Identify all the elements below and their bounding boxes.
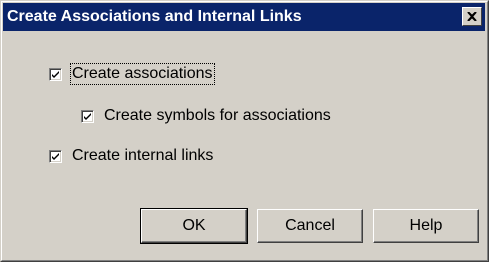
create-internal-links-checkbox[interactable] [49, 149, 62, 163]
create-associations-label: Create associations [70, 63, 215, 85]
create-symbols-option[interactable]: Create symbols for associations [81, 107, 331, 125]
title-bar[interactable]: Create Associations and Internal Links [3, 3, 485, 31]
ok-button[interactable]: OK [140, 208, 248, 244]
help-button[interactable]: Help [373, 209, 479, 243]
cancel-button[interactable]: Cancel [257, 209, 363, 243]
create-associations-checkbox[interactable] [49, 67, 62, 81]
create-associations-option[interactable]: Create associations [49, 63, 215, 85]
window-title: Create Associations and Internal Links [7, 8, 302, 25]
checkmark-icon [84, 112, 91, 120]
dialog-window: Create Associations and Internal Links C… [0, 0, 489, 262]
create-symbols-label: Create symbols for associations [104, 107, 331, 124]
create-internal-links-label: Create internal links [72, 147, 214, 164]
close-icon [467, 12, 477, 21]
checkmark-icon [52, 70, 59, 78]
close-button[interactable] [462, 7, 482, 26]
create-symbols-checkbox[interactable] [81, 109, 94, 123]
checkmark-icon [52, 152, 59, 160]
create-internal-links-option[interactable]: Create internal links [49, 147, 213, 165]
